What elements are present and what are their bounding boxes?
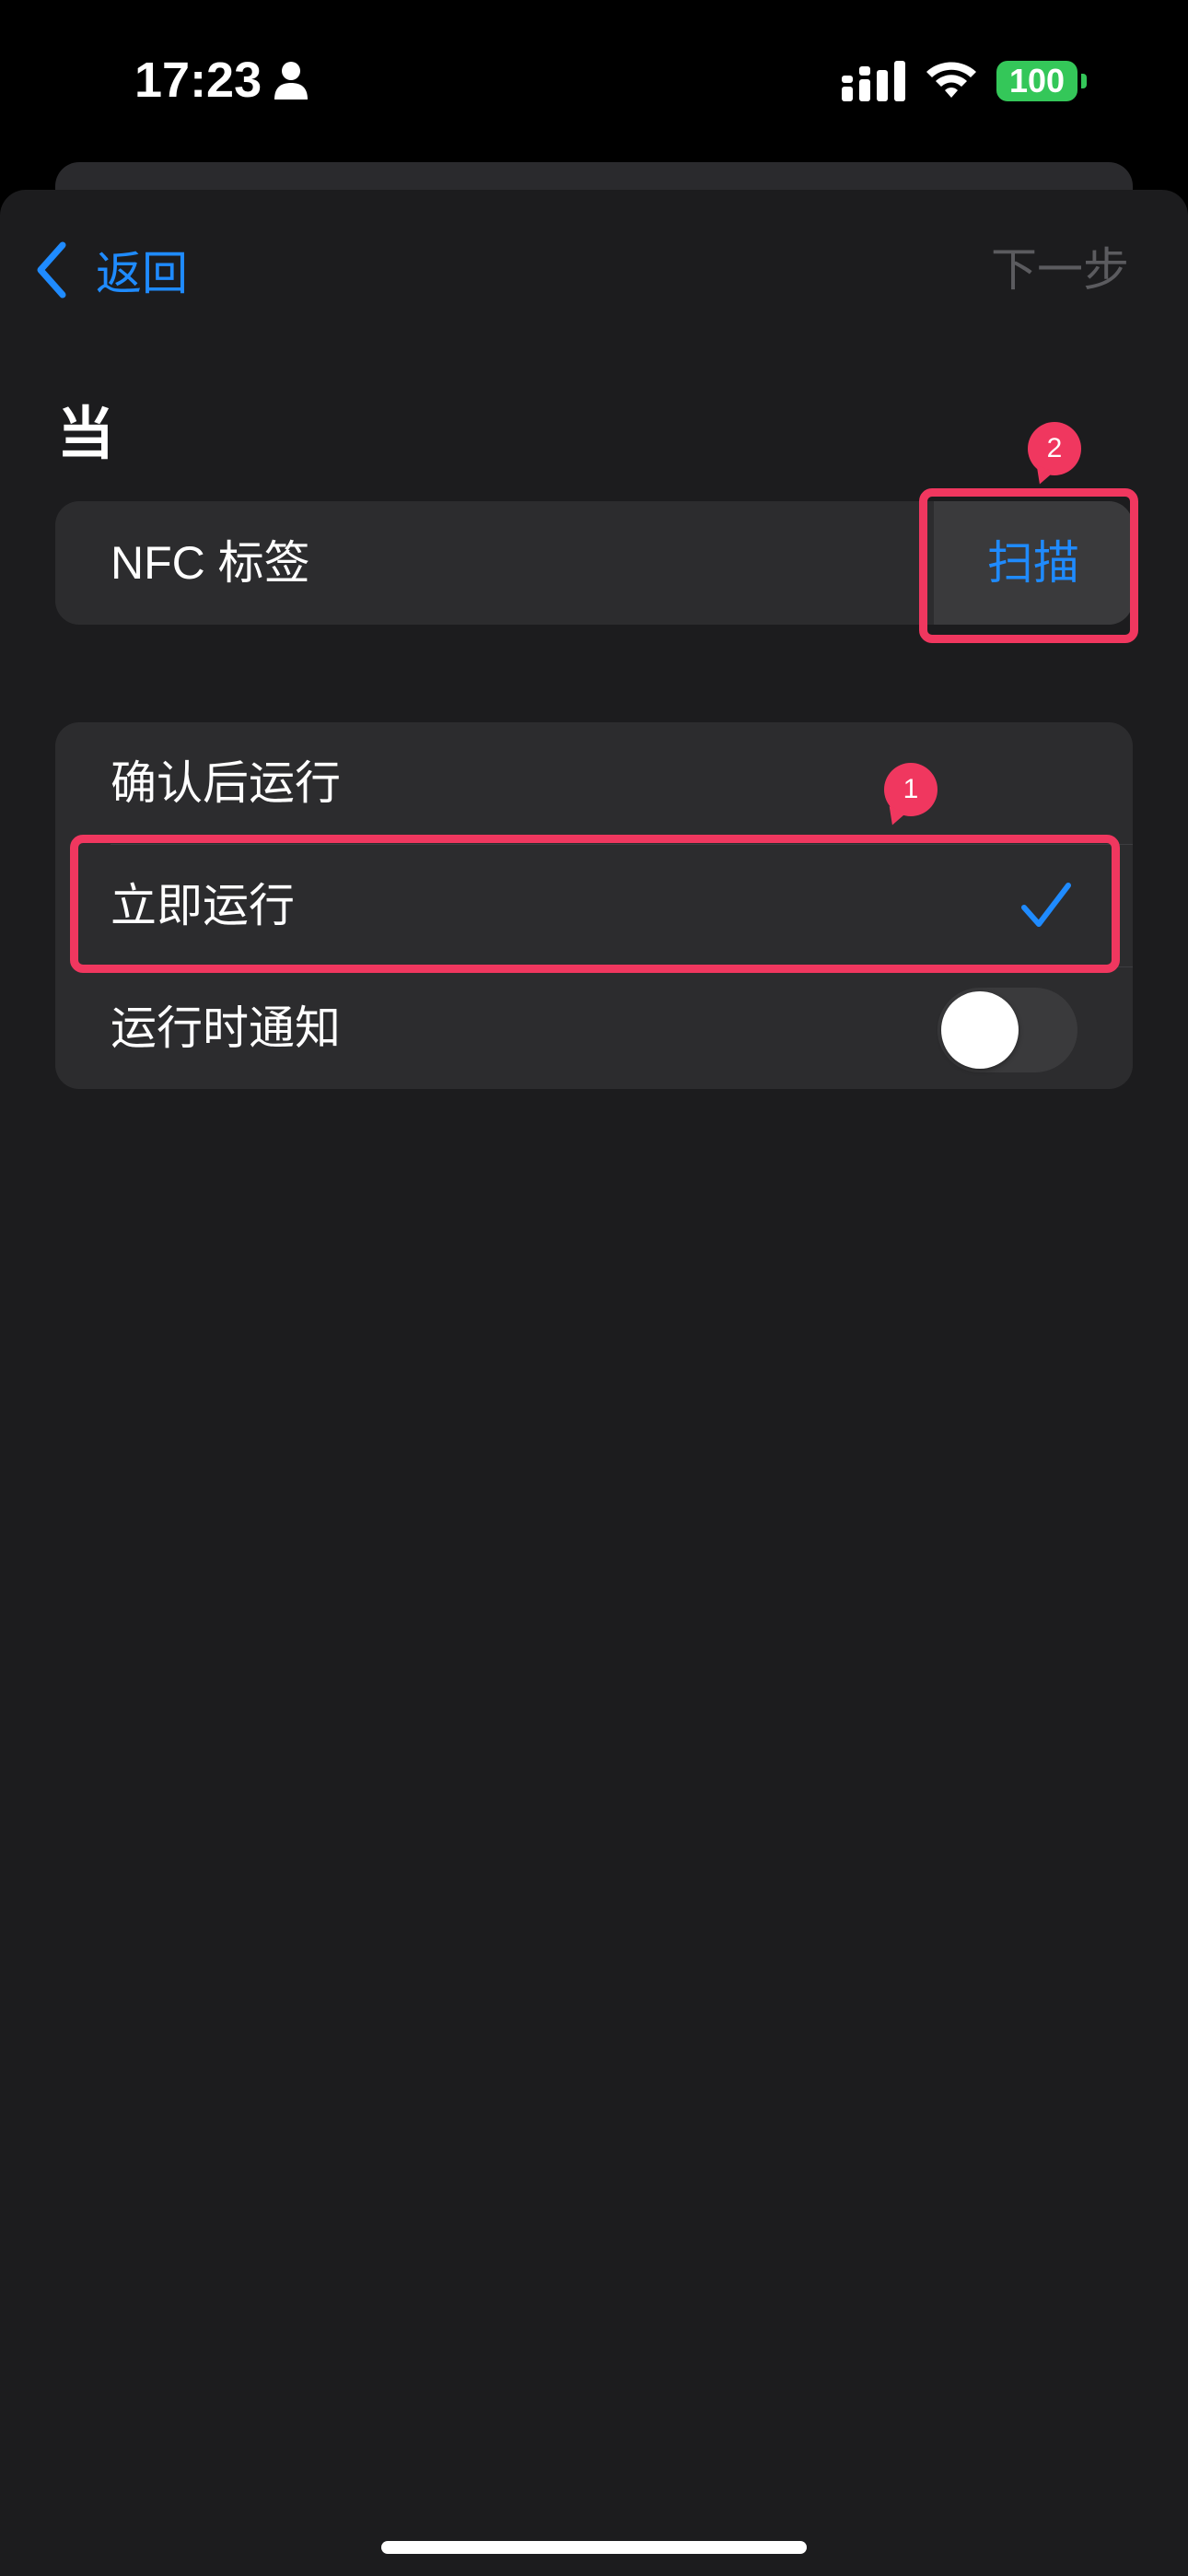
status-time: 17:23 <box>134 53 262 108</box>
battery-tip <box>1081 74 1087 88</box>
toggle-knob <box>941 991 1019 1069</box>
nfc-tag-label: NFC 标签 <box>111 537 310 589</box>
annotation-highlight-2 <box>919 488 1138 643</box>
person-icon <box>274 62 308 100</box>
option-label: 确认后运行 <box>111 757 341 809</box>
back-button[interactable]: 返回 <box>33 238 188 302</box>
home-indicator[interactable] <box>381 2541 807 2554</box>
option-ask-before-running[interactable]: 确认后运行 <box>55 722 1133 844</box>
wifi-icon <box>926 62 976 98</box>
annotation-highlight-1 <box>70 835 1120 973</box>
notify-toggle[interactable] <box>938 988 1077 1072</box>
chevron-left-icon <box>37 241 66 299</box>
section-title: 当 <box>57 403 115 466</box>
status-bar: 17:23 100 <box>0 0 1188 161</box>
back-label: 返回 <box>96 248 188 299</box>
option-notify-when-run: 运行时通知 <box>55 967 1133 1089</box>
cellular-signal-icon <box>842 61 905 101</box>
next-button[interactable]: 下一步 <box>991 238 1129 302</box>
option-label: 运行时通知 <box>111 1002 341 1054</box>
battery-icon: 100 <box>996 61 1077 101</box>
